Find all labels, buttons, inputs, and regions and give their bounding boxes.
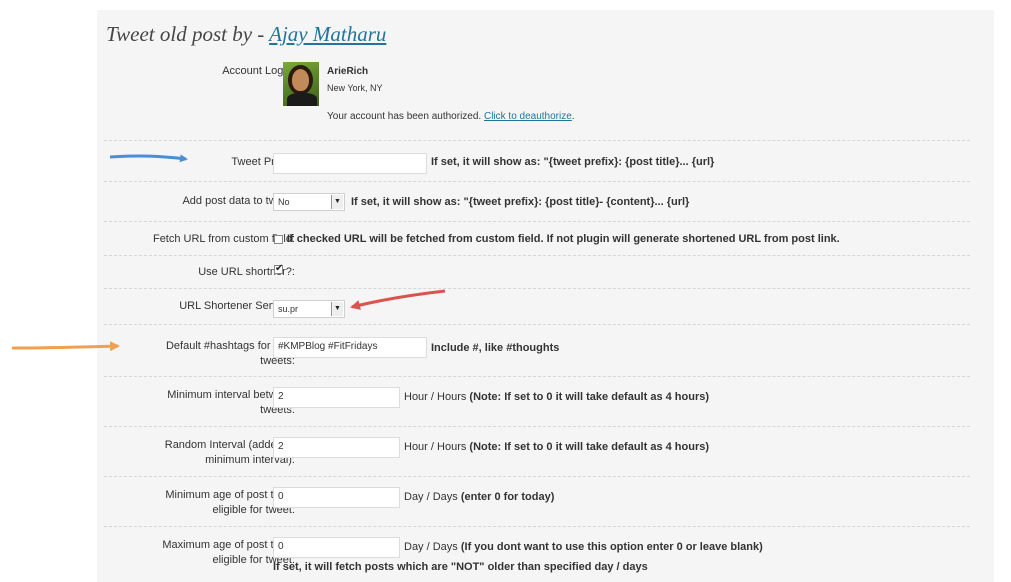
blue-arrow [109, 154, 188, 163]
red-arrow [350, 289, 446, 310]
annotation-arrows [11, 154, 446, 352]
orange-arrow [11, 341, 120, 352]
